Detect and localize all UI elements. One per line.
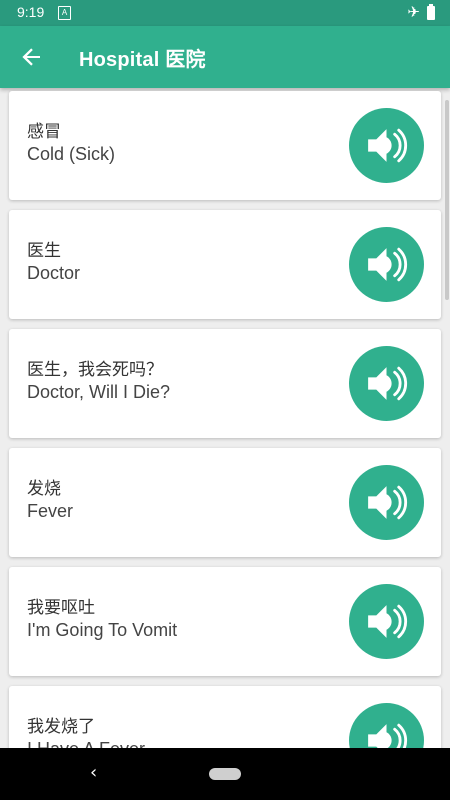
scrollbar[interactable] [445, 100, 449, 300]
app-bar: Hospital 医院 [0, 26, 450, 88]
speaker-icon [368, 128, 408, 163]
phrase-chinese: 医生 [27, 241, 61, 261]
phrase-chinese: 发烧 [27, 479, 61, 499]
page-title: Hospital 医院 [79, 49, 206, 71]
phrase-english: I Have A Fever [27, 739, 145, 748]
phrase-card: 我发烧了 I Have A Fever [9, 686, 441, 748]
speaker-icon [368, 723, 408, 748]
phrase-card: 发烧 Fever [9, 448, 441, 557]
system-nav-bar: ‹ [0, 748, 450, 800]
speaker-icon [368, 366, 408, 401]
notification-icon: A [58, 6, 71, 20]
phrase-english: Doctor [27, 263, 81, 283]
phrase-card: 医生 Doctor [9, 210, 441, 319]
play-audio-button[interactable] [349, 346, 424, 421]
nav-home-pill[interactable] [209, 768, 241, 780]
play-audio-button[interactable] [349, 584, 424, 659]
phrase-chinese: 感冒 [27, 122, 61, 142]
play-audio-button[interactable] [349, 108, 424, 183]
speaker-icon [368, 485, 408, 520]
play-audio-button[interactable] [349, 465, 424, 540]
status-bar: 9:19 A ✈ [0, 0, 450, 26]
back-button[interactable] [14, 39, 50, 75]
speaker-icon [368, 247, 408, 282]
phrase-card: 我要呕吐 I'm Going To Vomit [9, 567, 441, 676]
phrase-chinese: 我发烧了 [27, 717, 95, 737]
speaker-icon [368, 604, 408, 639]
battery-icon [427, 4, 435, 20]
status-time: 9:19 [17, 4, 45, 20]
phrase-card: 医生，我会死吗？ Doctor, Will I Die? [9, 329, 441, 438]
phrase-chinese: 我要呕吐 [27, 598, 95, 618]
phrase-chinese: 医生，我会死吗？ [27, 360, 163, 380]
phrase-list[interactable]: 感冒 Cold (Sick) 医生 Doctor 医生，我会死吗？ Doctor… [0, 88, 450, 748]
arrow-back-icon [22, 48, 40, 66]
phrase-english: Doctor, Will I Die? [27, 382, 171, 402]
nav-back-icon[interactable]: ‹ [90, 762, 97, 783]
play-audio-button[interactable] [349, 227, 424, 302]
phrase-card: 感冒 Cold (Sick) [9, 91, 441, 200]
phrase-english: Fever [27, 501, 74, 521]
play-audio-button[interactable] [349, 703, 424, 748]
airplane-mode-icon: ✈ [407, 3, 420, 21]
phrase-english: Cold (Sick) [27, 144, 116, 164]
phrase-english: I'm Going To Vomit [27, 620, 178, 640]
